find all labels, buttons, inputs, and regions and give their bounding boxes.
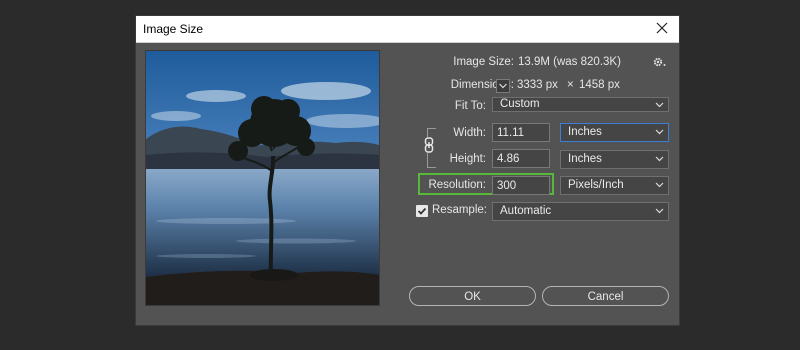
resolution-unit-select[interactable]: Pixels/Inch [560, 176, 669, 195]
width-label: Width: [453, 127, 486, 139]
dimensions-separator: × [567, 79, 574, 91]
dimensions-height-value: 1458 px [579, 79, 620, 91]
dimensions-dropdown[interactable] [496, 79, 510, 93]
resolution-unit-selected: Pixels/Inch [568, 179, 624, 191]
chain-link-icon[interactable] [424, 137, 434, 153]
chevron-down-icon [655, 156, 664, 162]
image-preview[interactable] [145, 50, 380, 306]
dimensions-width-value: 3333 px [517, 79, 558, 91]
cancel-button[interactable]: Cancel [542, 286, 669, 306]
chevron-down-icon [655, 102, 664, 108]
chevron-down-icon [655, 208, 664, 214]
resample-checkbox[interactable] [416, 205, 428, 217]
height-input[interactable]: 4.86 [492, 149, 550, 168]
dialog-title: Image Size [143, 22, 204, 36]
image-size-value: 13.9M (was 820.3K) [518, 56, 621, 68]
height-label: Height: [449, 153, 486, 165]
fit-to-selected: Custom [500, 98, 540, 110]
resolution-input[interactable]: 300 [492, 176, 550, 195]
resolution-label: Resolution: [428, 179, 486, 191]
ok-button[interactable]: OK [409, 286, 536, 306]
gear-icon[interactable] [653, 56, 667, 68]
width-input[interactable]: 11.11 [492, 123, 550, 142]
chevron-down-icon [655, 129, 664, 135]
height-unit-selected: Inches [568, 153, 602, 165]
resample-selected: Automatic [500, 205, 552, 217]
title-bar: Image Size [136, 16, 679, 43]
checkmark-icon [417, 207, 427, 215]
fit-to-select[interactable]: Custom [492, 97, 669, 112]
resample-select[interactable]: Automatic [492, 202, 669, 221]
close-icon[interactable] [653, 19, 671, 37]
width-unit-selected: Inches [568, 126, 602, 138]
image-size-label: Image Size: [453, 56, 514, 68]
chevron-down-icon [655, 182, 664, 188]
resample-label: Resample: [432, 204, 487, 216]
height-unit-select[interactable]: Inches [560, 150, 669, 169]
chevron-down-icon [499, 83, 507, 89]
width-unit-select[interactable]: Inches [560, 123, 669, 142]
image-size-dialog: Image Size Image Size: 13.9M (was 820.3K… [136, 16, 679, 325]
fit-to-label: Fit To: [454, 100, 486, 112]
